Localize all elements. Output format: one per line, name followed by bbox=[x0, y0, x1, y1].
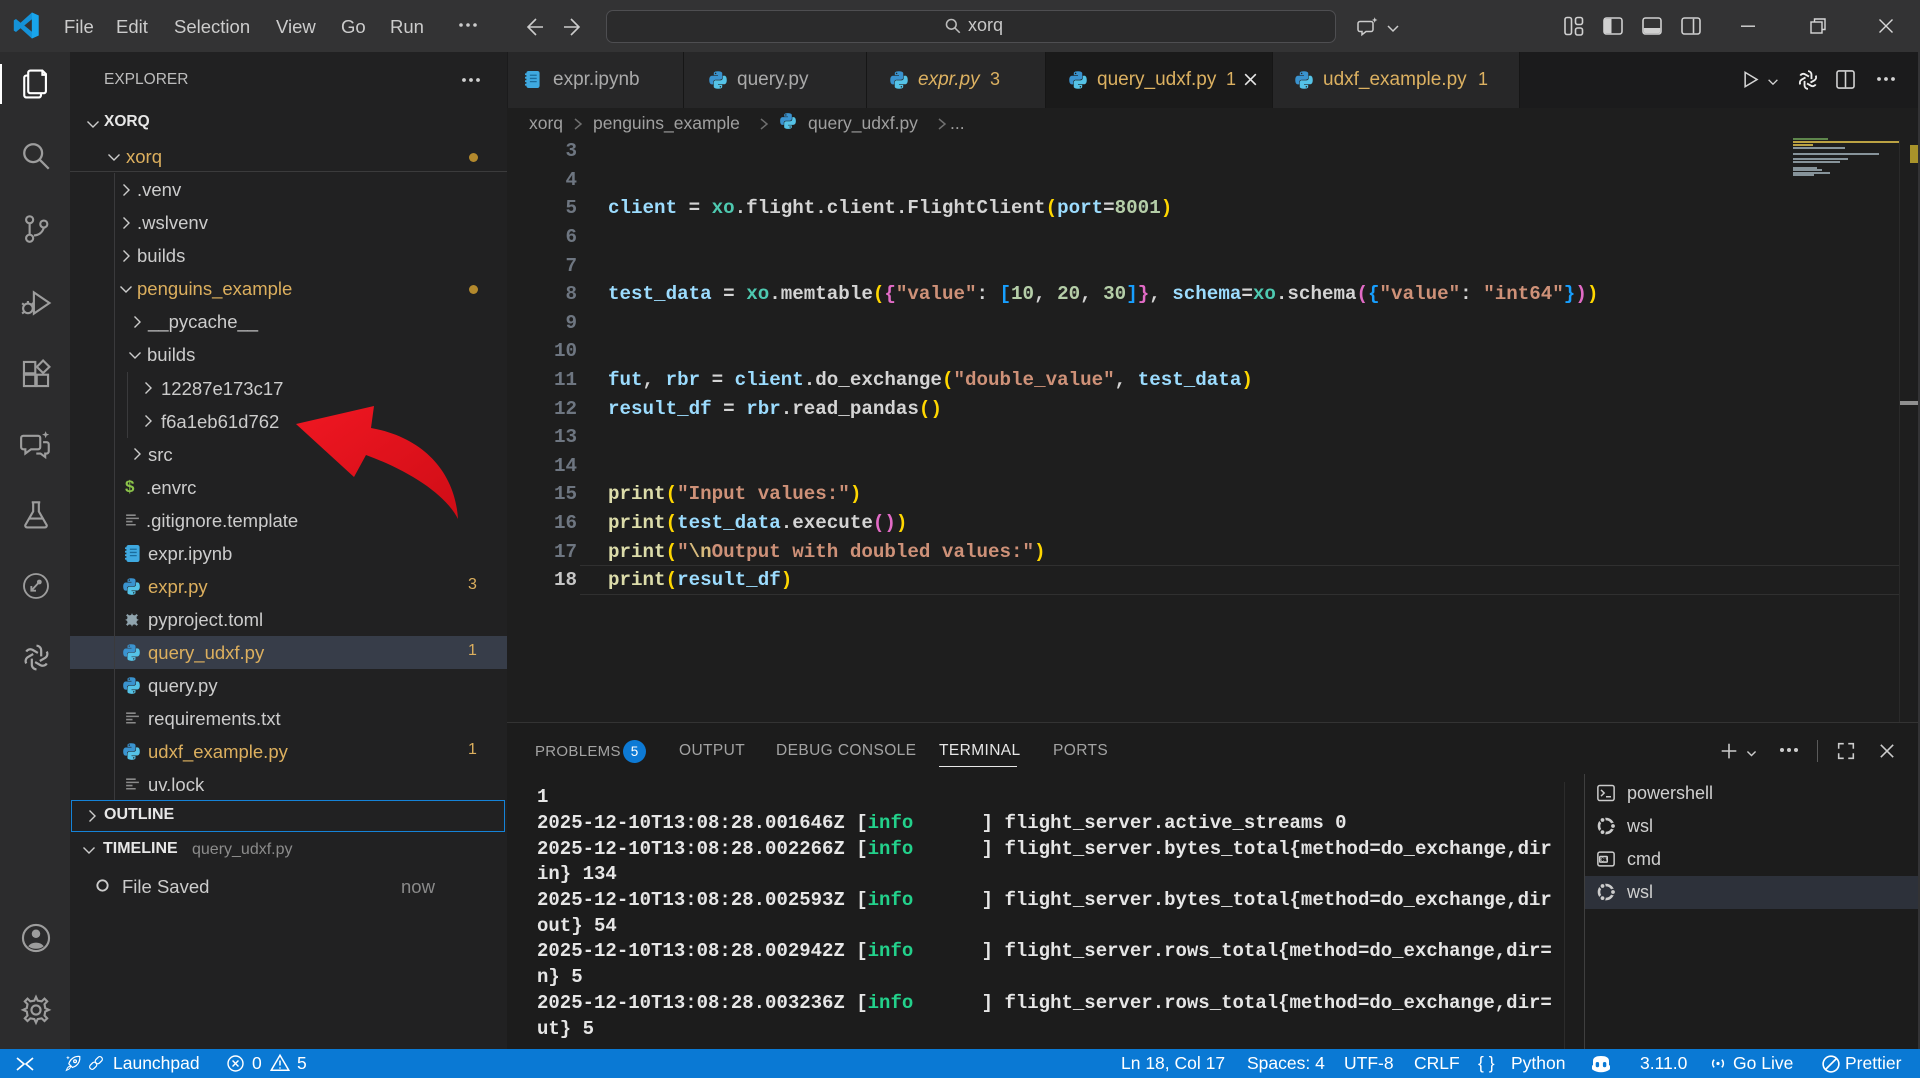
svg-text:C:\: C:\ bbox=[1601, 857, 1608, 863]
